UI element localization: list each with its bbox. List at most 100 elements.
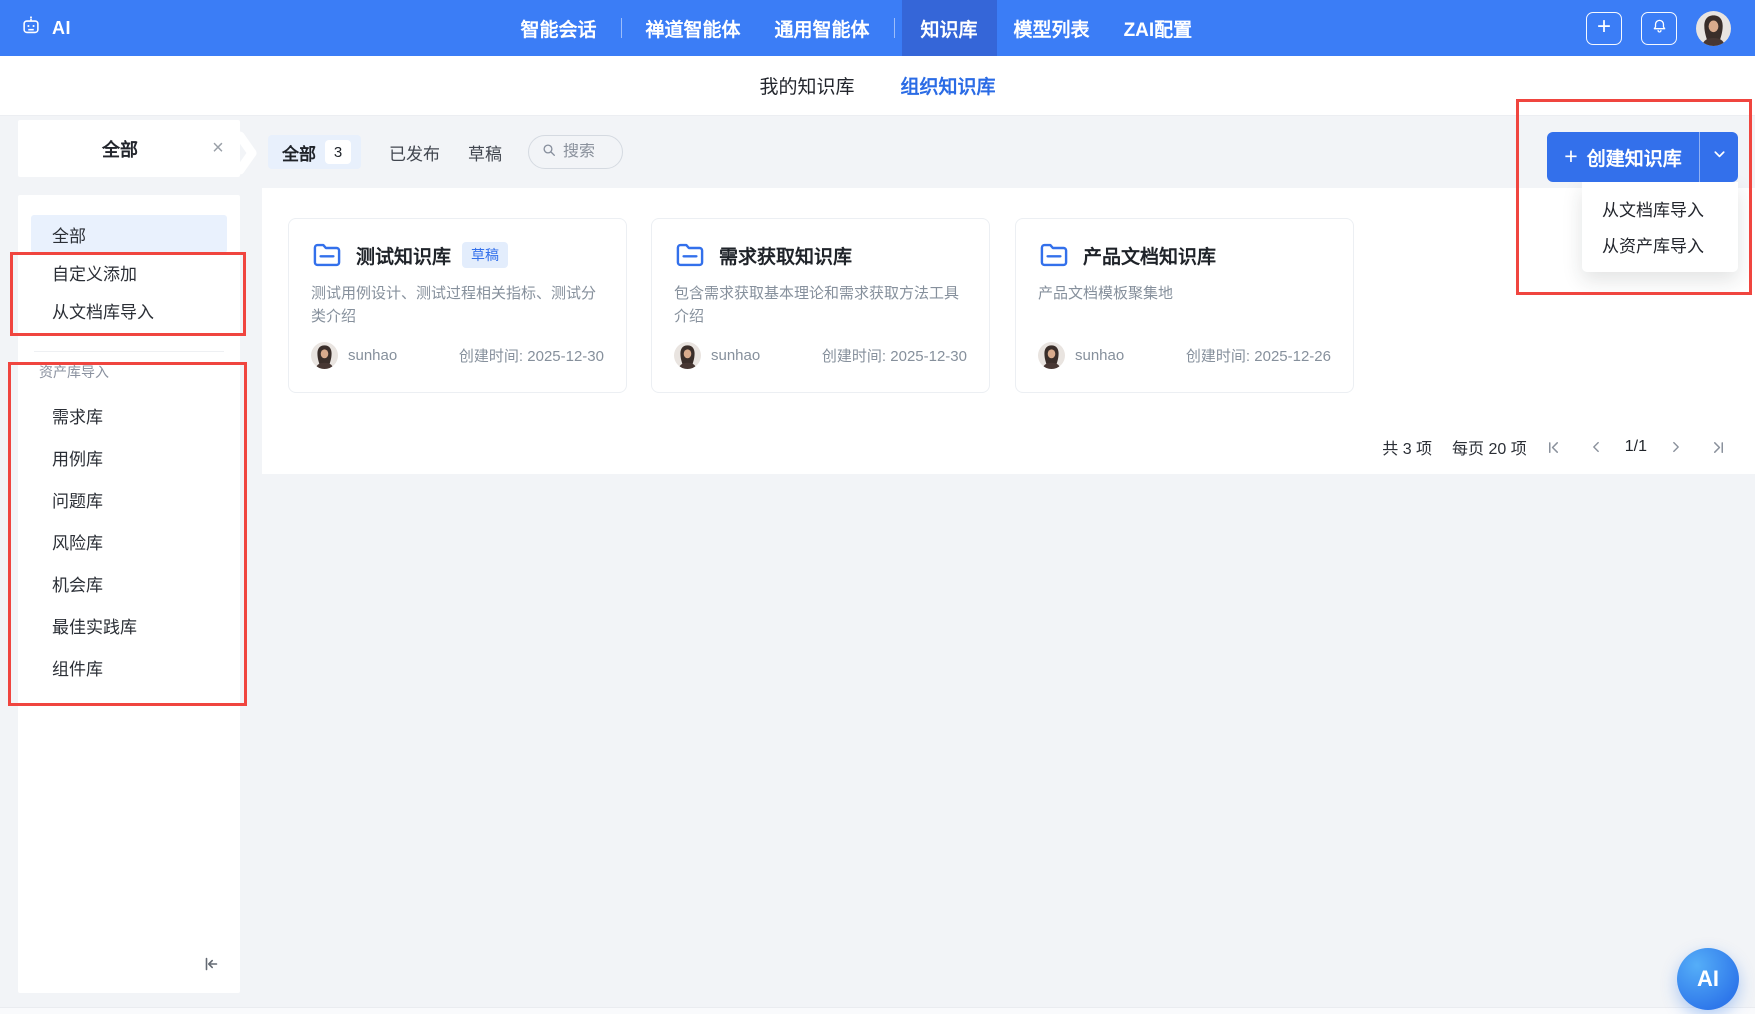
content-panel: 测试知识库 草稿 测试用例设计、测试过程相关指标、测试分类介绍 sunhao 创… [262,188,1755,474]
plus-icon: + [1597,15,1611,41]
created-time: 创建时间: 2025-12-26 [1186,345,1331,366]
card-header: 产品文档知识库 [1038,241,1331,269]
chevron-down-icon [1712,147,1727,167]
kb-card-description: 产品文档模板聚集地 [1038,282,1331,330]
tab-org-knowledge-base[interactable]: 组织知识库 [901,72,996,99]
page-indicator: 1/1 [1625,438,1647,456]
card-footer: sunhao 创建时间: 2025-12-30 [674,342,967,369]
nav-item-knowledge-base[interactable]: 知识库 [902,0,997,56]
kb-card-title: 需求获取知识库 [719,242,852,269]
kb-card-title: 测试知识库 [356,242,451,269]
prev-page-button[interactable] [1581,432,1611,462]
add-button[interactable]: + [1586,12,1622,45]
filter-all-label: 全部 [282,140,316,165]
owner-name: sunhao [711,347,760,364]
created-time: 创建时间: 2025-12-30 [822,345,967,366]
sidebar-item-risk-lib[interactable]: 风险库 [31,520,227,562]
ai-assistant-fab[interactable]: AI [1677,948,1739,1010]
panel-expand-arrow[interactable] [234,130,258,181]
card-footer: sunhao 创建时间: 2025-12-30 [311,342,604,369]
kb-card-requirement[interactable]: 需求获取知识库 包含需求获取基本理论和需求获取方法工具介绍 sunhao 创建时… [651,218,990,393]
filter-tab-published[interactable]: 已发布 [389,140,440,165]
sidebar-divider [34,351,224,352]
nav-divider [621,18,622,38]
owner-name: sunhao [348,347,397,364]
sidebar-filter-select[interactable]: 全部 × [18,120,240,177]
menu-item-from-asset-import[interactable]: 从资产库导入 [1582,226,1738,262]
app-logo-text: AI [52,18,71,39]
sidebar-top-list: 全部 自定义添加 从文档库导入 [18,195,240,329]
nav-right-controls: + [1586,0,1731,56]
sidebar-item-component-lib[interactable]: 组件库 [31,646,227,688]
sidebar-item-issue-lib[interactable]: 问题库 [31,478,227,520]
owner-name: sunhao [1075,347,1124,364]
pagination: 共 3 项 每页 20 项 1/1 [1382,431,1733,463]
sidebar-item-custom-add[interactable]: 自定义添加 [31,253,227,291]
tab-my-knowledge-base[interactable]: 我的知识库 [759,72,854,99]
collapse-to-left-icon [201,954,221,979]
sidebar-item-usecase-lib[interactable]: 用例库 [31,436,227,478]
nav-item-model-list[interactable]: 模型列表 [997,0,1107,56]
owner-avatar [674,342,701,369]
sidebar-item-requirement-lib[interactable]: 需求库 [31,394,227,436]
sidebar-collapse-button[interactable] [198,953,224,979]
kb-card-product-doc[interactable]: 产品文档知识库 产品文档模板聚集地 sunhao 创建时间: 2025-12-2… [1015,218,1354,393]
owner-avatar [1038,342,1065,369]
nav-item-zai-config[interactable]: ZAI配置 [1107,0,1210,56]
search-input[interactable] [563,143,613,161]
first-page-button[interactable] [1539,432,1569,462]
sidebar-item-best-practice-lib[interactable]: 最佳实践库 [31,604,227,646]
bottom-scrollbar-track[interactable] [0,1007,1755,1014]
filter-all-count-badge: 3 [325,140,351,164]
menu-item-from-doc-import[interactable]: 从文档库导入 [1582,190,1738,226]
search-box[interactable] [528,135,623,169]
nav-item-smart-chat[interactable]: 智能会话 [503,0,613,56]
kb-card-test[interactable]: 测试知识库 草稿 测试用例设计、测试过程相关指标、测试分类介绍 sunhao 创… [288,218,627,393]
last-page-button[interactable] [1703,432,1733,462]
pagination-total: 共 3 项 [1382,435,1432,459]
card-header: 需求获取知识库 [674,241,967,269]
notifications-button[interactable] [1641,12,1677,45]
next-page-button[interactable] [1661,432,1691,462]
sidebar-filter-value: 全部 [18,136,196,162]
nav-item-general-agent[interactable]: 通用智能体 [758,0,887,56]
kb-tabrow: 我的知识库 组织知识库 [0,56,1755,116]
draft-status-badge: 草稿 [462,242,508,268]
folder-icon [311,241,343,269]
card-header: 测试知识库 草稿 [311,241,604,269]
list-toolbar: 全部 3 已发布 草稿 [268,116,623,188]
app-logo[interactable]: AI [0,15,71,42]
robot-icon [20,15,42,42]
search-icon [541,142,557,163]
top-nav: AI 智能会话 禅道智能体 通用智能体 知识库 模型列表 ZAI配置 + [0,0,1755,56]
create-kb-dropdown-toggle[interactable] [1700,147,1738,167]
card-footer: sunhao 创建时间: 2025-12-26 [1038,342,1331,369]
sidebar-item-from-doc-import[interactable]: 从文档库导入 [31,291,227,329]
folder-icon [1038,241,1070,269]
sidebar-item-all[interactable]: 全部 [31,215,227,253]
sidebar-asset-list: 需求库 用例库 问题库 风险库 机会库 最佳实践库 组件库 [18,380,240,688]
nav-divider [894,18,895,38]
sidebar-section-asset-import: 资产库导入 [39,362,240,380]
nav-item-zentao-agent[interactable]: 禅道智能体 [629,0,758,56]
create-kb-button[interactable]: + 创建知识库 [1547,132,1738,182]
folder-icon [674,241,706,269]
create-kb-label: 创建知识库 [1587,144,1682,171]
user-avatar[interactable] [1696,11,1731,46]
plus-icon: + [1564,145,1577,170]
create-kb-main[interactable]: + 创建知识库 [1547,144,1699,171]
nav-menu: 智能会话 禅道智能体 通用智能体 知识库 模型列表 ZAI配置 [503,0,1209,56]
page: AI 智能会话 禅道智能体 通用智能体 知识库 模型列表 ZAI配置 + [0,0,1755,1014]
sidebar-item-opportunity-lib[interactable]: 机会库 [31,562,227,604]
create-kb-dropdown-menu: 从文档库导入 从资产库导入 [1582,182,1738,272]
owner-avatar [311,342,338,369]
kb-card-description: 测试用例设计、测试过程相关指标、测试分类介绍 [311,282,604,330]
filter-tab-all[interactable]: 全部 3 [268,135,361,169]
pagination-per-page[interactable]: 每页 20 项 [1452,435,1527,459]
sidebar: 全部 自定义添加 从文档库导入 资产库导入 需求库 用例库 问题库 风险库 机会… [18,195,240,993]
kb-card-description: 包含需求获取基本理论和需求获取方法工具介绍 [674,282,967,330]
bell-icon [1651,17,1668,40]
created-time: 创建时间: 2025-12-30 [459,345,604,366]
ai-fab-label: AI [1697,966,1719,992]
filter-tab-draft[interactable]: 草稿 [468,140,502,165]
